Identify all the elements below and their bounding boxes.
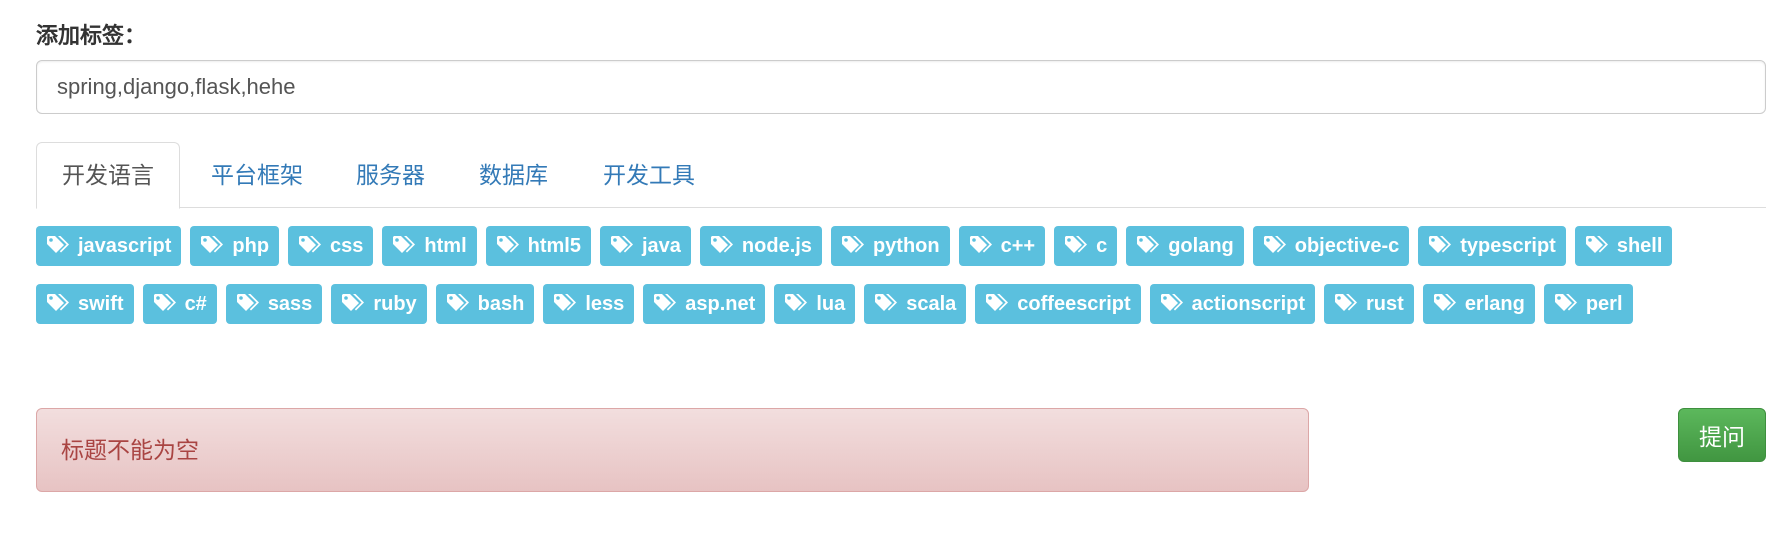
tag-label: html — [424, 235, 467, 257]
submit-question-button[interactable]: 提问 — [1678, 408, 1766, 462]
tag-label: php — [232, 235, 270, 257]
tag-label: typescript — [1460, 235, 1556, 257]
tag-button[interactable]: shell — [1574, 226, 1673, 266]
tags-icon — [969, 235, 1001, 257]
error-alert: 标题不能为空 — [36, 408, 1309, 492]
tag-label: c# — [184, 293, 207, 315]
tag-button[interactable]: perl — [1543, 284, 1633, 324]
tag-button[interactable]: javascript — [36, 226, 182, 266]
tags-icon — [841, 235, 873, 257]
tag-button[interactable]: css — [288, 226, 374, 266]
tag-label: shell — [1616, 235, 1663, 257]
tag-label: ruby — [373, 293, 417, 315]
tag-label: java — [641, 235, 681, 257]
tags-icon — [200, 235, 232, 257]
tag-label: less — [585, 293, 625, 315]
tags-icon — [1136, 235, 1168, 257]
tag-label: perl — [1585, 293, 1623, 315]
tag-label: objective-c — [1294, 235, 1400, 257]
tag-label: erlang — [1464, 293, 1525, 315]
tags-icon — [46, 293, 78, 315]
tags-icon — [46, 235, 78, 257]
tag-button[interactable]: java — [599, 226, 691, 266]
tag-button[interactable]: node.js — [699, 226, 822, 266]
tag-button[interactable]: less — [543, 284, 635, 324]
tab-dev-languages[interactable]: 开发语言 — [36, 142, 180, 209]
tag-button[interactable]: swift — [36, 284, 134, 324]
tag-button[interactable]: c — [1054, 226, 1118, 266]
tags-icon — [653, 293, 685, 315]
tag-label: html5 — [527, 235, 581, 257]
tag-label: scala — [906, 293, 957, 315]
tags-icon — [610, 235, 642, 257]
tag-button[interactable]: python — [830, 226, 950, 266]
tag-button[interactable]: c# — [142, 284, 217, 324]
tags-icon — [446, 293, 478, 315]
category-tabs: 开发语言 平台框架 服务器 数据库 开发工具 — [36, 142, 1766, 209]
tag-button[interactable]: objective-c — [1252, 226, 1410, 266]
tag-label: rust — [1366, 293, 1404, 315]
tags-icon — [553, 293, 585, 315]
tags-icon — [1160, 293, 1192, 315]
ask-question-form: 添加标签： 开发语言 平台框架 服务器 数据库 开发工具 javascript p… — [0, 0, 1789, 540]
tags-icon — [1428, 235, 1460, 257]
tab-servers[interactable]: 服务器 — [356, 142, 425, 208]
tags-input[interactable] — [36, 60, 1766, 114]
tags-icon — [1263, 235, 1295, 257]
tag-label: node.js — [741, 235, 812, 257]
tag-button[interactable]: html5 — [485, 226, 591, 266]
tag-label: golang — [1168, 235, 1234, 257]
tag-label: css — [330, 235, 364, 257]
tag-button[interactable]: scala — [864, 284, 967, 324]
tags-icon — [298, 235, 330, 257]
tab-databases[interactable]: 数据库 — [479, 142, 548, 208]
tag-button[interactable]: typescript — [1418, 226, 1566, 266]
tag-button[interactable]: html — [382, 226, 477, 266]
tags-icon — [1334, 293, 1366, 315]
tag-label: actionscript — [1191, 293, 1306, 315]
tags-icon — [496, 235, 528, 257]
tag-label: swift — [78, 293, 124, 315]
tags-icon — [1554, 293, 1586, 315]
tag-button[interactable]: bash — [435, 284, 535, 324]
tag-label: c — [1096, 235, 1108, 257]
tag-label: lua — [816, 293, 846, 315]
tag-label: bash — [477, 293, 525, 315]
tab-dev-tools[interactable]: 开发工具 — [603, 142, 695, 208]
tag-label: python — [872, 235, 940, 257]
tags-icon — [710, 235, 742, 257]
tab-platform-frameworks[interactable]: 平台框架 — [211, 142, 303, 208]
tag-button[interactable]: sass — [225, 284, 323, 324]
tags-icon — [1064, 235, 1096, 257]
tag-label: javascript — [78, 235, 172, 257]
tag-button[interactable]: c++ — [958, 226, 1046, 266]
tags-icon — [1433, 293, 1465, 315]
tags-icon — [392, 235, 424, 257]
tag-button[interactable]: lua — [774, 284, 856, 324]
tags-icon — [236, 293, 268, 315]
tags-icon — [1585, 235, 1617, 257]
tag-button[interactable]: coffeescript — [975, 284, 1141, 324]
tags-icon — [784, 293, 816, 315]
tag-button[interactable]: golang — [1126, 226, 1244, 266]
tag-label: asp.net — [685, 293, 756, 315]
tag-button[interactable]: erlang — [1422, 284, 1535, 324]
tag-button[interactable]: ruby — [331, 284, 427, 324]
tag-button[interactable]: php — [190, 226, 280, 266]
tag-button[interactable]: asp.net — [643, 284, 766, 324]
tag-button[interactable]: actionscript — [1149, 284, 1316, 324]
tags-icon — [341, 293, 373, 315]
tag-button[interactable]: rust — [1324, 284, 1414, 324]
tags-icon — [874, 293, 906, 315]
tag-label: sass — [267, 293, 313, 315]
tags-label: 添加标签： — [36, 23, 147, 48]
tag-label: coffeescript — [1017, 293, 1131, 315]
error-message: 标题不能为空 — [61, 437, 199, 463]
tag-label: c++ — [1000, 235, 1036, 257]
tags-icon — [153, 293, 185, 315]
tags-icon — [985, 293, 1017, 315]
